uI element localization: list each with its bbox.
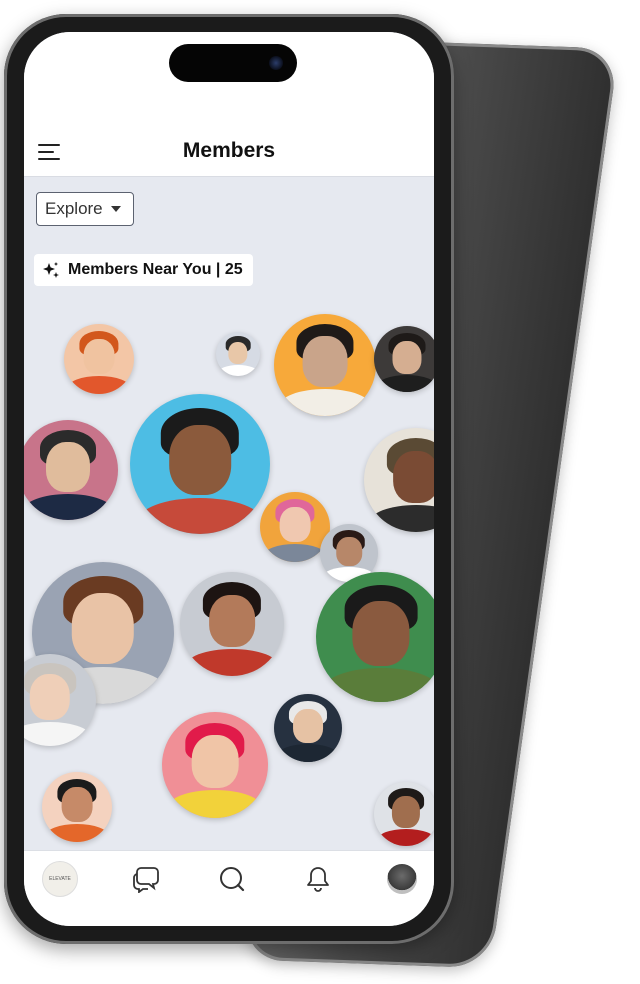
page-title: Members bbox=[182, 139, 276, 162]
member-face bbox=[61, 787, 93, 823]
members-near-badge: Members Near You | 25 bbox=[34, 254, 253, 286]
member-body bbox=[218, 364, 258, 376]
member-avatar[interactable] bbox=[180, 572, 284, 676]
member-face bbox=[391, 796, 421, 829]
member-avatar[interactable] bbox=[64, 324, 134, 394]
top-app-bar: Members bbox=[24, 32, 434, 177]
members-near-label: Members Near You | 25 bbox=[68, 261, 243, 278]
member-body bbox=[137, 497, 263, 534]
sparkle-icon bbox=[43, 262, 59, 278]
bottom-nav-bar: ELEVATE bbox=[24, 850, 434, 926]
member-body bbox=[277, 744, 339, 762]
member-face bbox=[228, 341, 248, 364]
member-body bbox=[377, 829, 434, 846]
camera-lens-icon bbox=[269, 56, 283, 70]
member-avatar[interactable] bbox=[274, 314, 376, 416]
member-avatar[interactable] bbox=[162, 712, 268, 818]
member-face bbox=[302, 336, 348, 388]
member-face bbox=[83, 339, 115, 375]
member-body bbox=[167, 790, 263, 818]
member-face bbox=[293, 708, 323, 743]
profile-avatar-icon[interactable] bbox=[384, 861, 420, 897]
member-body bbox=[45, 823, 109, 842]
chevron-down-icon bbox=[110, 206, 121, 212]
member-body bbox=[24, 494, 113, 520]
home-logo-icon[interactable]: ELEVATE bbox=[42, 861, 78, 897]
brand-logo: ELEVATE bbox=[42, 861, 78, 897]
chat-bubbles-icon[interactable] bbox=[128, 861, 164, 897]
member-avatar[interactable] bbox=[42, 772, 112, 842]
search-icon[interactable] bbox=[214, 861, 250, 897]
member-face bbox=[71, 593, 135, 665]
member-avatar[interactable] bbox=[364, 428, 434, 532]
member-avatar[interactable] bbox=[130, 394, 270, 534]
member-face bbox=[392, 340, 422, 374]
phone-frame: Members Explore Members Near You | 25 EL… bbox=[4, 14, 454, 944]
member-avatar[interactable] bbox=[274, 694, 342, 762]
member-body bbox=[263, 543, 327, 562]
bell-icon[interactable] bbox=[300, 861, 336, 897]
dynamic-island bbox=[169, 44, 297, 82]
member-face bbox=[279, 507, 311, 543]
member-body bbox=[279, 389, 371, 416]
member-body bbox=[67, 375, 131, 394]
member-body bbox=[369, 504, 434, 532]
explore-dropdown[interactable]: Explore bbox=[36, 192, 134, 226]
member-body bbox=[185, 648, 279, 676]
explore-dropdown-label: Explore bbox=[45, 199, 103, 218]
member-body bbox=[322, 668, 434, 702]
member-face bbox=[209, 594, 255, 647]
member-face bbox=[191, 735, 239, 789]
member-body bbox=[377, 374, 434, 392]
member-avatar[interactable] bbox=[374, 326, 434, 392]
member-avatar[interactable] bbox=[216, 332, 260, 376]
member-face bbox=[46, 442, 90, 492]
member-face bbox=[352, 600, 410, 666]
app-screen: Members Explore Members Near You | 25 EL… bbox=[24, 32, 434, 926]
member-avatar[interactable] bbox=[24, 420, 118, 520]
member-face bbox=[169, 424, 231, 495]
member-body bbox=[24, 722, 92, 746]
member-face bbox=[336, 536, 362, 566]
member-face bbox=[29, 674, 71, 721]
member-avatar[interactable] bbox=[316, 572, 434, 702]
member-avatar[interactable] bbox=[374, 782, 434, 846]
member-face bbox=[393, 450, 434, 503]
